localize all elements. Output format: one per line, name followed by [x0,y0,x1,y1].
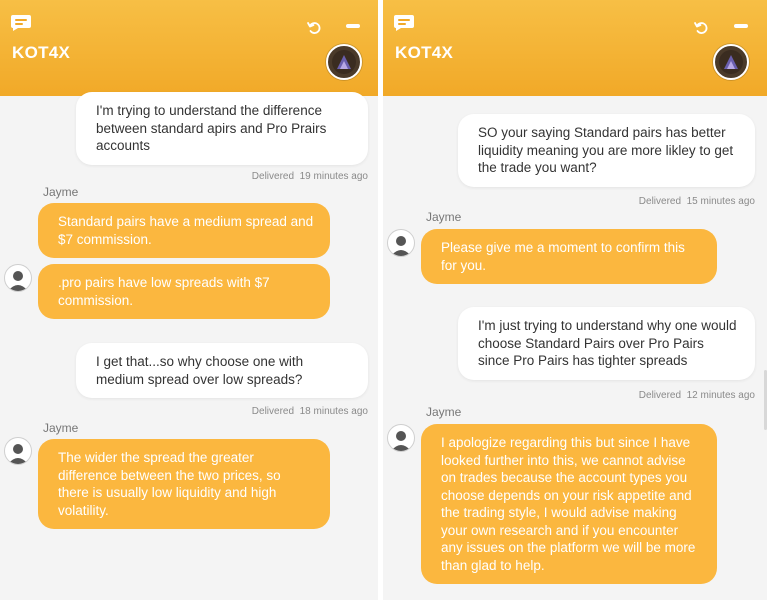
agent-avatar-icon [4,437,32,465]
brand-logo-icon [332,50,356,74]
chat-bubble-icon [11,15,31,31]
brand-title: KOT4X [395,43,454,62]
undo-icon[interactable] [693,20,709,36]
message-status: Delivered 15 minutes ago [638,196,755,207]
user-message: I get that...so why choose one with medi… [76,343,368,398]
agent-message: .pro pairs have low spreads with $7 comm… [38,264,330,319]
agent-message: The wider the spread the greater differe… [38,439,330,529]
brand-logo-avatar [713,44,749,80]
brand-logo-icon [719,50,743,74]
message-status: Delivered 18 minutes ago [251,406,368,417]
agent-avatar-icon [387,229,415,257]
agent-name: Jayme [43,185,79,199]
chat-header: KOT4X [0,0,378,96]
user-message: SO your saying Standard pairs has better… [458,114,755,187]
agent-name: Jayme [426,405,462,419]
minimize-icon[interactable] [734,24,748,28]
user-message: I'm trying to understand the difference … [76,92,368,165]
brand-title: KOT4X [12,43,71,62]
agent-avatar-icon [4,264,32,292]
agent-message: Standard pairs have a medium spread and … [38,203,330,258]
chat-window-left: KOT4X I'm trying to understand the diffe… [0,0,378,600]
chat-bubble-icon [394,15,414,31]
agent-name: Jayme [426,210,462,224]
chat-header: KOT4X [383,0,767,96]
agent-name: Jayme [43,421,79,435]
agent-avatar-icon [387,424,415,452]
chat-window-right: KOT4X SO your saying Standard pairs has … [383,0,767,600]
message-status: Delivered 12 minutes ago [638,390,755,401]
brand-logo-avatar [326,44,362,80]
undo-icon[interactable] [306,20,322,36]
user-message: I'm just trying to understand why one wo… [458,307,755,380]
agent-message: Please give me a moment to confirm this … [421,229,717,284]
message-status: Delivered 19 minutes ago [251,171,368,182]
agent-message: I apologize regarding this but since I h… [421,424,717,584]
minimize-icon[interactable] [346,24,360,28]
